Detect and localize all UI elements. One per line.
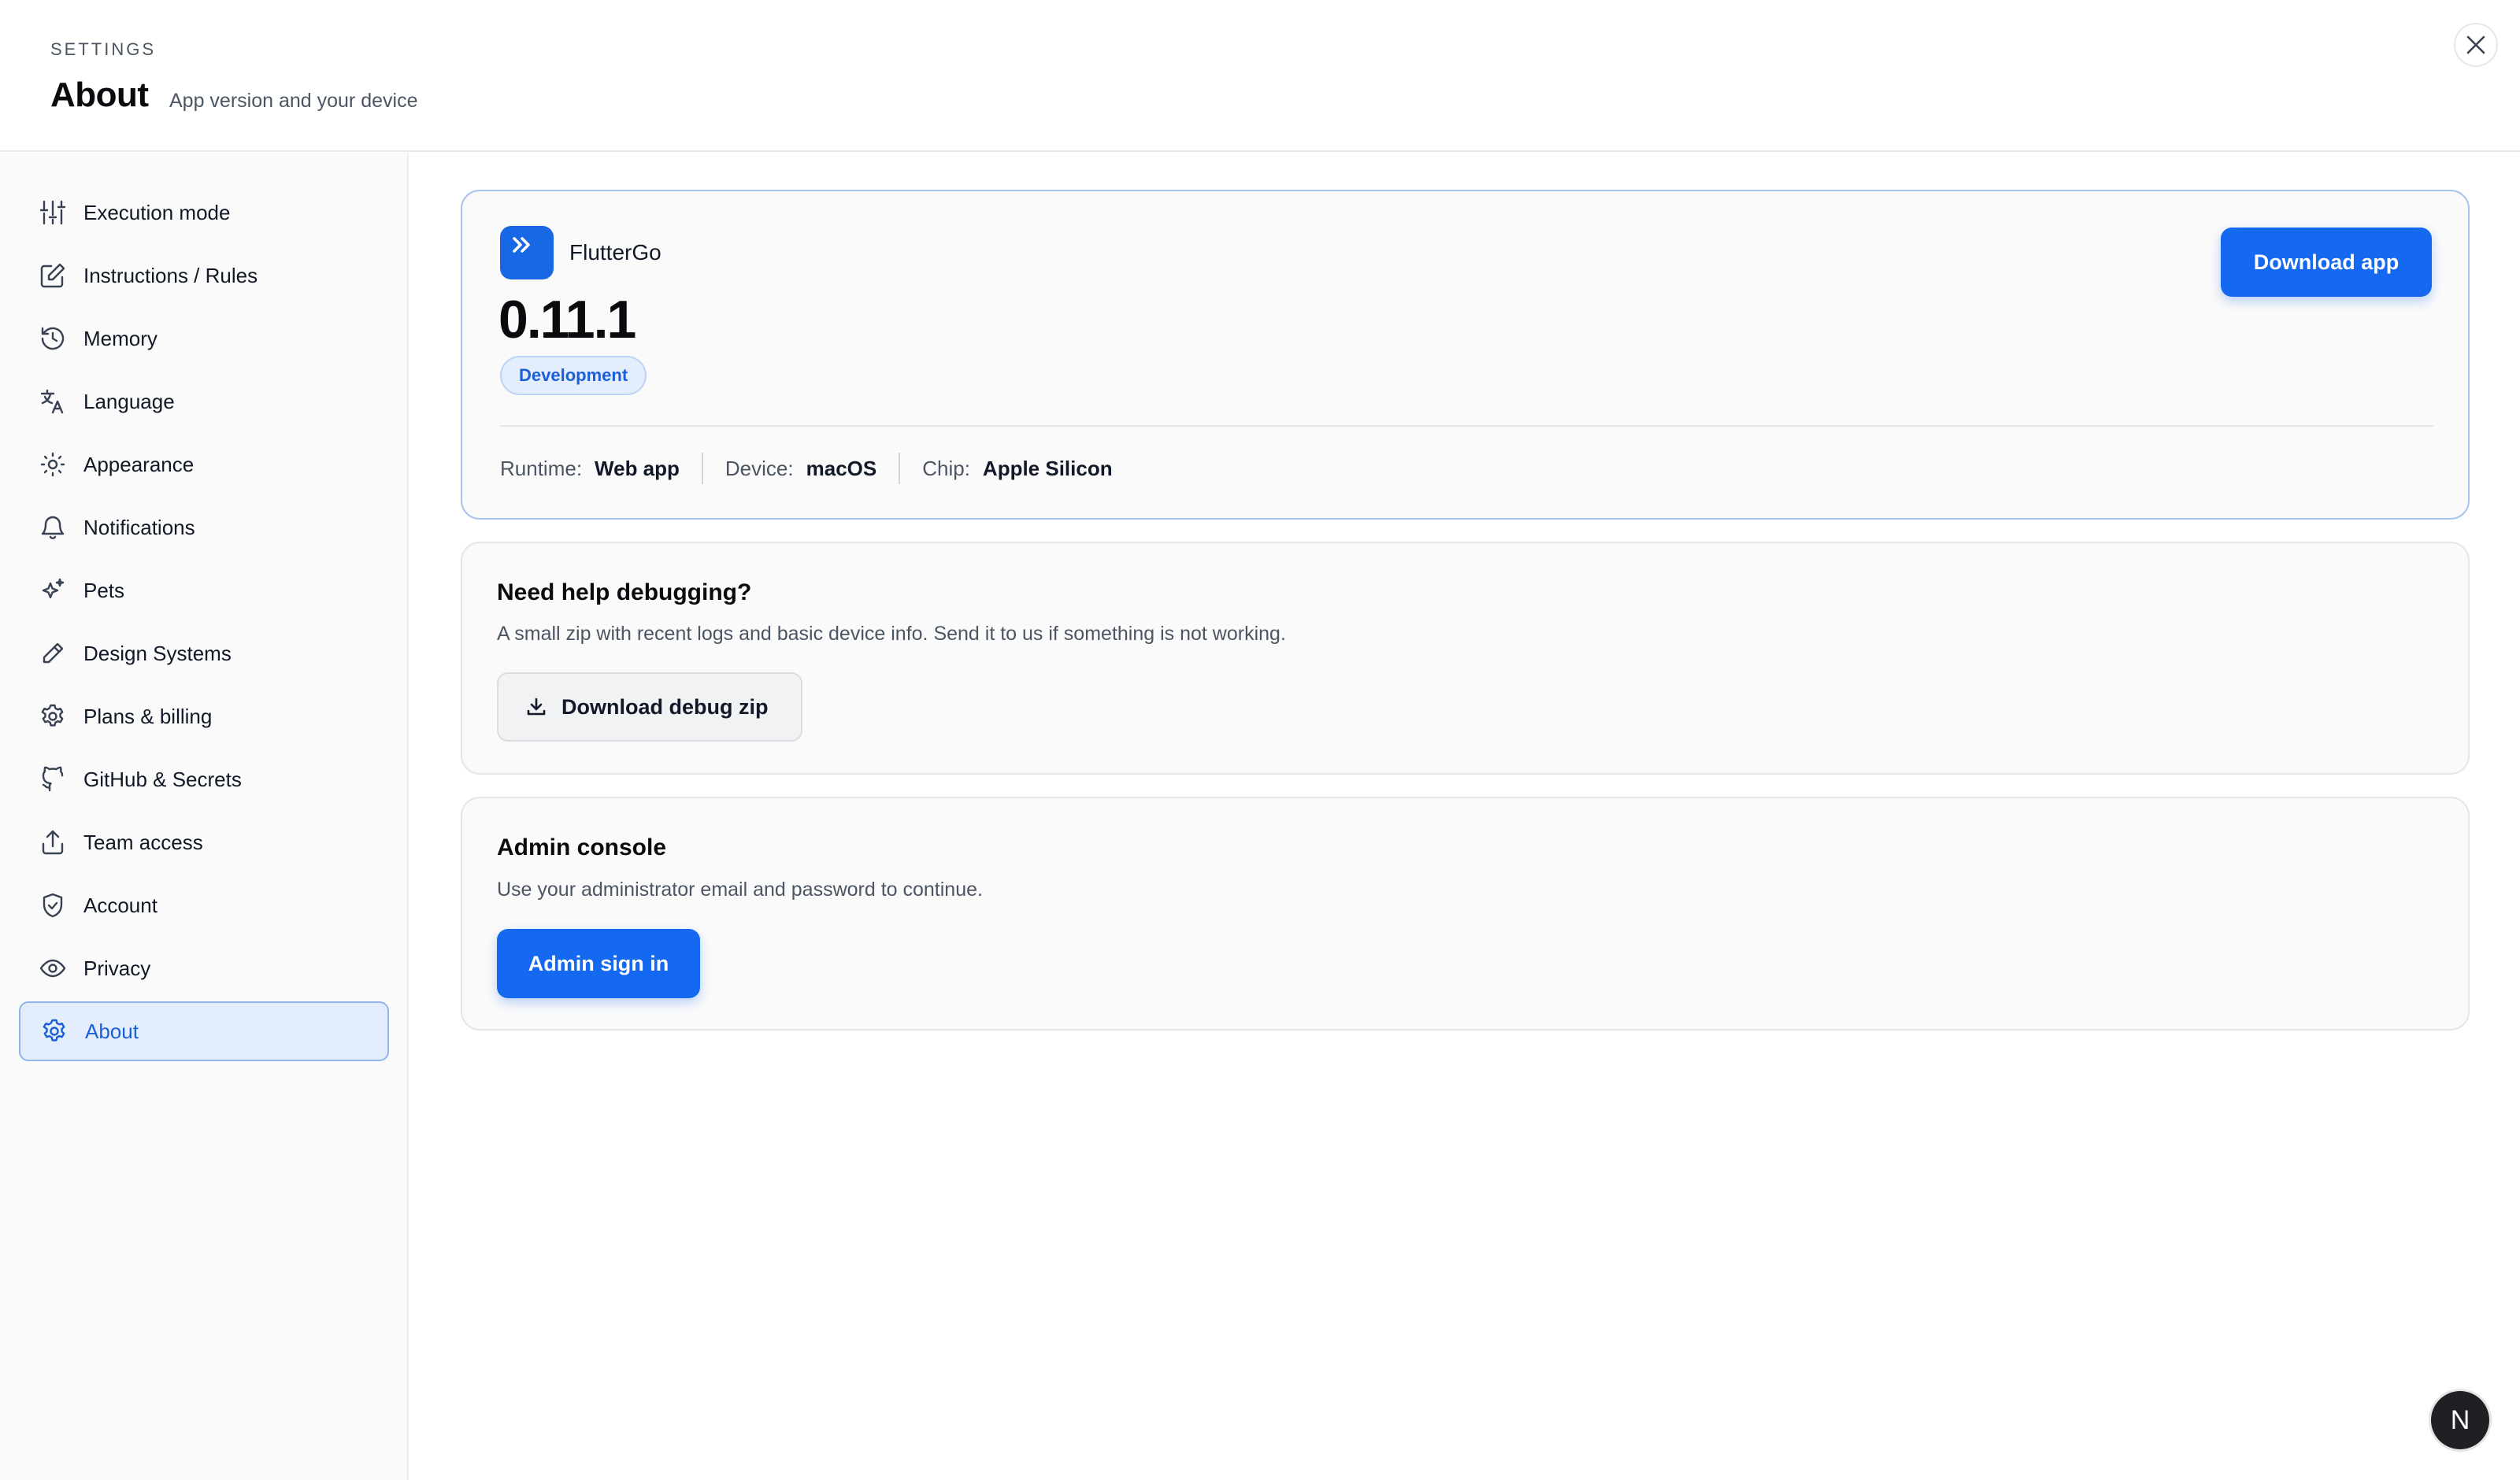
- sidebar-item-plans-billing[interactable]: Plans & billing: [19, 686, 389, 746]
- settings-header: SETTINGS About App version and your devi…: [0, 0, 2520, 152]
- download-icon: [527, 697, 546, 716]
- debug-card-description: A small zip with recent logs and basic d…: [497, 623, 1286, 645]
- device-value: macOS: [806, 456, 877, 480]
- sidebar-item-privacy[interactable]: Privacy: [19, 938, 389, 998]
- chip-key: Chip:: [922, 456, 970, 480]
- app-version: 0.11.1: [498, 290, 636, 350]
- sparkles-icon: [38, 575, 68, 605]
- sidebar-item-label: Language: [83, 389, 175, 413]
- sidebar-item-label: GitHub & Secrets: [83, 767, 242, 791]
- page-title: About: [50, 76, 149, 114]
- device-info-row: Runtime: Web app Device: macOS Chip: App…: [500, 451, 1113, 486]
- eye-icon: [38, 953, 68, 983]
- sidebar-item-label: Pets: [83, 578, 125, 602]
- sidebar-item-language[interactable]: Language: [19, 372, 389, 431]
- sidebar-item-label: Appearance: [83, 452, 195, 476]
- page-subtitle: App version and your device: [169, 90, 418, 112]
- sliders-icon: [38, 198, 68, 228]
- divider: [899, 453, 901, 484]
- gear-icon: [39, 1016, 69, 1046]
- admin-card-description: Use your administrator email and passwor…: [497, 879, 983, 901]
- sidebar-item-appearance[interactable]: Appearance: [19, 435, 389, 494]
- sidebar-item-label: Privacy: [83, 956, 151, 980]
- history-icon: [38, 324, 68, 353]
- sidebar-item-label: Design Systems: [83, 641, 232, 665]
- avatar[interactable]: N: [2431, 1391, 2489, 1449]
- sidebar-item-label: Plans & billing: [83, 704, 213, 728]
- admin-card-title: Admin console: [497, 834, 667, 860]
- sidebar-item-label: Team access: [83, 830, 203, 854]
- shield-icon: [38, 890, 68, 920]
- gear-icon: [38, 701, 68, 731]
- app-logo: [500, 226, 554, 279]
- device-key: Device:: [724, 456, 794, 480]
- sidebar-item-pets[interactable]: Pets: [19, 561, 389, 620]
- translate-icon: [38, 387, 68, 416]
- chip-value: Apple Silicon: [982, 456, 1113, 480]
- sidebar-item-label: Notifications: [83, 515, 195, 539]
- status-badge: Development: [500, 356, 647, 395]
- debug-card: Need help debugging? A small zip with re…: [461, 542, 2470, 775]
- sidebar-item-account[interactable]: Account: [19, 875, 389, 935]
- sidebar-item-design-systems[interactable]: Design Systems: [19, 623, 389, 683]
- runtime-value: Web app: [595, 456, 680, 480]
- sidebar-item-label: Account: [83, 893, 158, 917]
- sidebar-item-label: About: [85, 1019, 139, 1043]
- settings-sidebar: Execution mode Instructions / Rules Memo…: [0, 153, 409, 1480]
- sidebar-item-execution-mode[interactable]: Execution mode: [19, 183, 389, 242]
- download-debug-zip-button[interactable]: Download debug zip: [497, 672, 802, 742]
- header-eyebrow: SETTINGS: [50, 39, 157, 59]
- admin-sign-in-button[interactable]: Admin sign in: [497, 929, 700, 998]
- divider: [701, 453, 703, 484]
- sidebar-item-label: Memory: [83, 326, 158, 350]
- close-icon: [2466, 35, 2485, 54]
- admin-console-card: Admin console Use your administrator ema…: [461, 797, 2470, 1030]
- sidebar-item-instructions-rules[interactable]: Instructions / Rules: [19, 246, 389, 305]
- edit-icon: [38, 261, 68, 290]
- sidebar-item-github-secrets[interactable]: GitHub & Secrets: [19, 749, 389, 809]
- sidebar-item-about[interactable]: About: [19, 1001, 389, 1061]
- sidebar-item-label: Execution mode: [83, 200, 231, 224]
- divider: [500, 425, 2433, 427]
- sidebar-item-team-access[interactable]: Team access: [19, 812, 389, 872]
- close-button[interactable]: [2454, 23, 2498, 67]
- debug-card-title: Need help debugging?: [497, 579, 752, 605]
- sun-icon: [38, 450, 68, 479]
- download-app-button[interactable]: Download app: [2221, 228, 2432, 297]
- app-name: FlutterGo: [569, 240, 662, 265]
- button-label: Download debug zip: [561, 694, 769, 719]
- bell-icon: [38, 512, 68, 542]
- sidebar-item-notifications[interactable]: Notifications: [19, 498, 389, 557]
- sidebar-item-label: Instructions / Rules: [83, 263, 258, 287]
- app-version-card: FlutterGo 0.11.1 Development Download ap…: [461, 190, 2470, 520]
- share-icon: [38, 827, 68, 857]
- sidebar-item-memory[interactable]: Memory: [19, 309, 389, 368]
- pencil-icon: [38, 638, 68, 668]
- chevrons-right-icon: [513, 237, 530, 253]
- github-icon: [38, 764, 68, 794]
- runtime-key: Runtime:: [500, 456, 583, 480]
